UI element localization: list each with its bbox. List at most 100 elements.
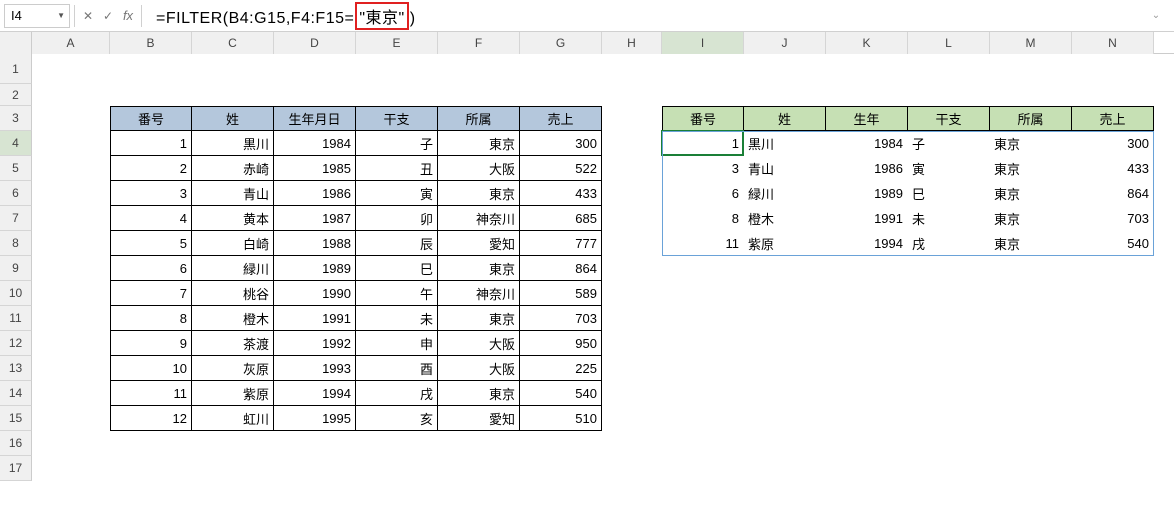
cell-K[interactable]: 1984 [826,131,908,156]
cell-F[interactable]: 神奈川 [438,281,520,306]
cell-H[interactable] [602,331,662,356]
cell-N[interactable] [1072,281,1154,306]
cell-L[interactable]: 寅 [908,156,990,181]
cell-E[interactable] [356,84,438,106]
cell-F[interactable]: 愛知 [438,406,520,431]
cell-G[interactable]: 703 [520,306,602,331]
cell-M[interactable] [990,406,1072,431]
cell-I[interactable] [662,406,744,431]
cell-B[interactable]: 1 [110,131,192,156]
cell-N[interactable]: 540 [1072,231,1154,256]
cell-I[interactable] [662,456,744,481]
row-header-12[interactable]: 12 [0,331,32,356]
cell-H[interactable] [602,381,662,406]
cell-A[interactable] [32,54,110,84]
cell-E[interactable] [356,456,438,481]
cell-L[interactable] [908,356,990,381]
cell-F[interactable] [438,456,520,481]
cell-M[interactable]: 東京 [990,206,1072,231]
cell-D[interactable]: 1988 [274,231,356,256]
cell-L[interactable] [908,281,990,306]
cell-L[interactable] [908,54,990,84]
col-header-B[interactable]: B [110,32,192,54]
cell-I[interactable]: 3 [662,156,744,181]
cell-E[interactable]: 午 [356,281,438,306]
cell-M[interactable]: 東京 [990,131,1072,156]
cell-L[interactable]: 巳 [908,181,990,206]
cell-G[interactable]: 589 [520,281,602,306]
cell-J[interactable]: 青山 [744,156,826,181]
cell-A[interactable] [32,156,110,181]
row-header-13[interactable]: 13 [0,356,32,381]
cell-D[interactable] [274,84,356,106]
cell-C[interactable] [192,54,274,84]
cell-I[interactable]: 番号 [662,106,744,131]
cell-J[interactable] [744,456,826,481]
cell-L[interactable]: 干支 [908,106,990,131]
cell-B[interactable]: 9 [110,331,192,356]
cell-N[interactable] [1072,256,1154,281]
cell-G[interactable]: 売上 [520,106,602,131]
cell-M[interactable]: 東京 [990,156,1072,181]
cell-E[interactable]: 干支 [356,106,438,131]
col-header-M[interactable]: M [990,32,1072,54]
cell-J[interactable]: 姓 [744,106,826,131]
cell-A[interactable] [32,456,110,481]
row-header-4[interactable]: 4 [0,131,32,156]
cell-B[interactable]: 4 [110,206,192,231]
cell-D[interactable]: 1990 [274,281,356,306]
cell-C[interactable]: 紫原 [192,381,274,406]
cell-A[interactable] [32,381,110,406]
cell-C[interactable]: 白崎 [192,231,274,256]
cell-J[interactable] [744,54,826,84]
row-header-7[interactable]: 7 [0,206,32,231]
cell-G[interactable]: 433 [520,181,602,206]
cell-B[interactable]: 12 [110,406,192,431]
cell-L[interactable] [908,406,990,431]
cell-J[interactable] [744,84,826,106]
cell-G[interactable]: 300 [520,131,602,156]
name-box[interactable]: I4 ▼ [4,4,70,28]
cell-E[interactable]: 未 [356,306,438,331]
cell-A[interactable] [32,306,110,331]
cell-M[interactable] [990,281,1072,306]
cell-J[interactable] [744,331,826,356]
col-header-A[interactable]: A [32,32,110,54]
cell-H[interactable] [602,256,662,281]
cell-C[interactable]: 灰原 [192,356,274,381]
cell-B[interactable]: 6 [110,256,192,281]
cell-L[interactable] [908,331,990,356]
cell-B[interactable] [110,431,192,456]
cell-M[interactable] [990,54,1072,84]
cell-J[interactable]: 黒川 [744,131,826,156]
expand-formula-bar-icon[interactable]: ⌄ [1146,6,1166,26]
cell-N[interactable] [1072,406,1154,431]
col-header-G[interactable]: G [520,32,602,54]
cell-G[interactable] [520,54,602,84]
cell-B[interactable]: 10 [110,356,192,381]
cell-G[interactable]: 225 [520,356,602,381]
cell-J[interactable] [744,406,826,431]
cell-N[interactable]: 433 [1072,156,1154,181]
cell-K[interactable] [826,356,908,381]
cell-C[interactable]: 桃谷 [192,281,274,306]
cell-K[interactable] [826,281,908,306]
cell-I[interactable]: 8 [662,206,744,231]
cell-H[interactable] [602,231,662,256]
cell-G[interactable]: 522 [520,156,602,181]
cell-L[interactable]: 子 [908,131,990,156]
cell-H[interactable] [602,106,662,131]
cell-A[interactable] [32,131,110,156]
cell-I[interactable] [662,281,744,306]
cell-A[interactable] [32,356,110,381]
cell-M[interactable] [990,256,1072,281]
cell-K[interactable]: 生年 [826,106,908,131]
cell-B[interactable] [110,84,192,106]
cell-L[interactable]: 未 [908,206,990,231]
cell-C[interactable]: 虹川 [192,406,274,431]
cell-N[interactable] [1072,331,1154,356]
fx-icon[interactable]: fx [119,7,137,25]
cell-N[interactable] [1072,381,1154,406]
cell-M[interactable] [990,456,1072,481]
cell-K[interactable] [826,456,908,481]
